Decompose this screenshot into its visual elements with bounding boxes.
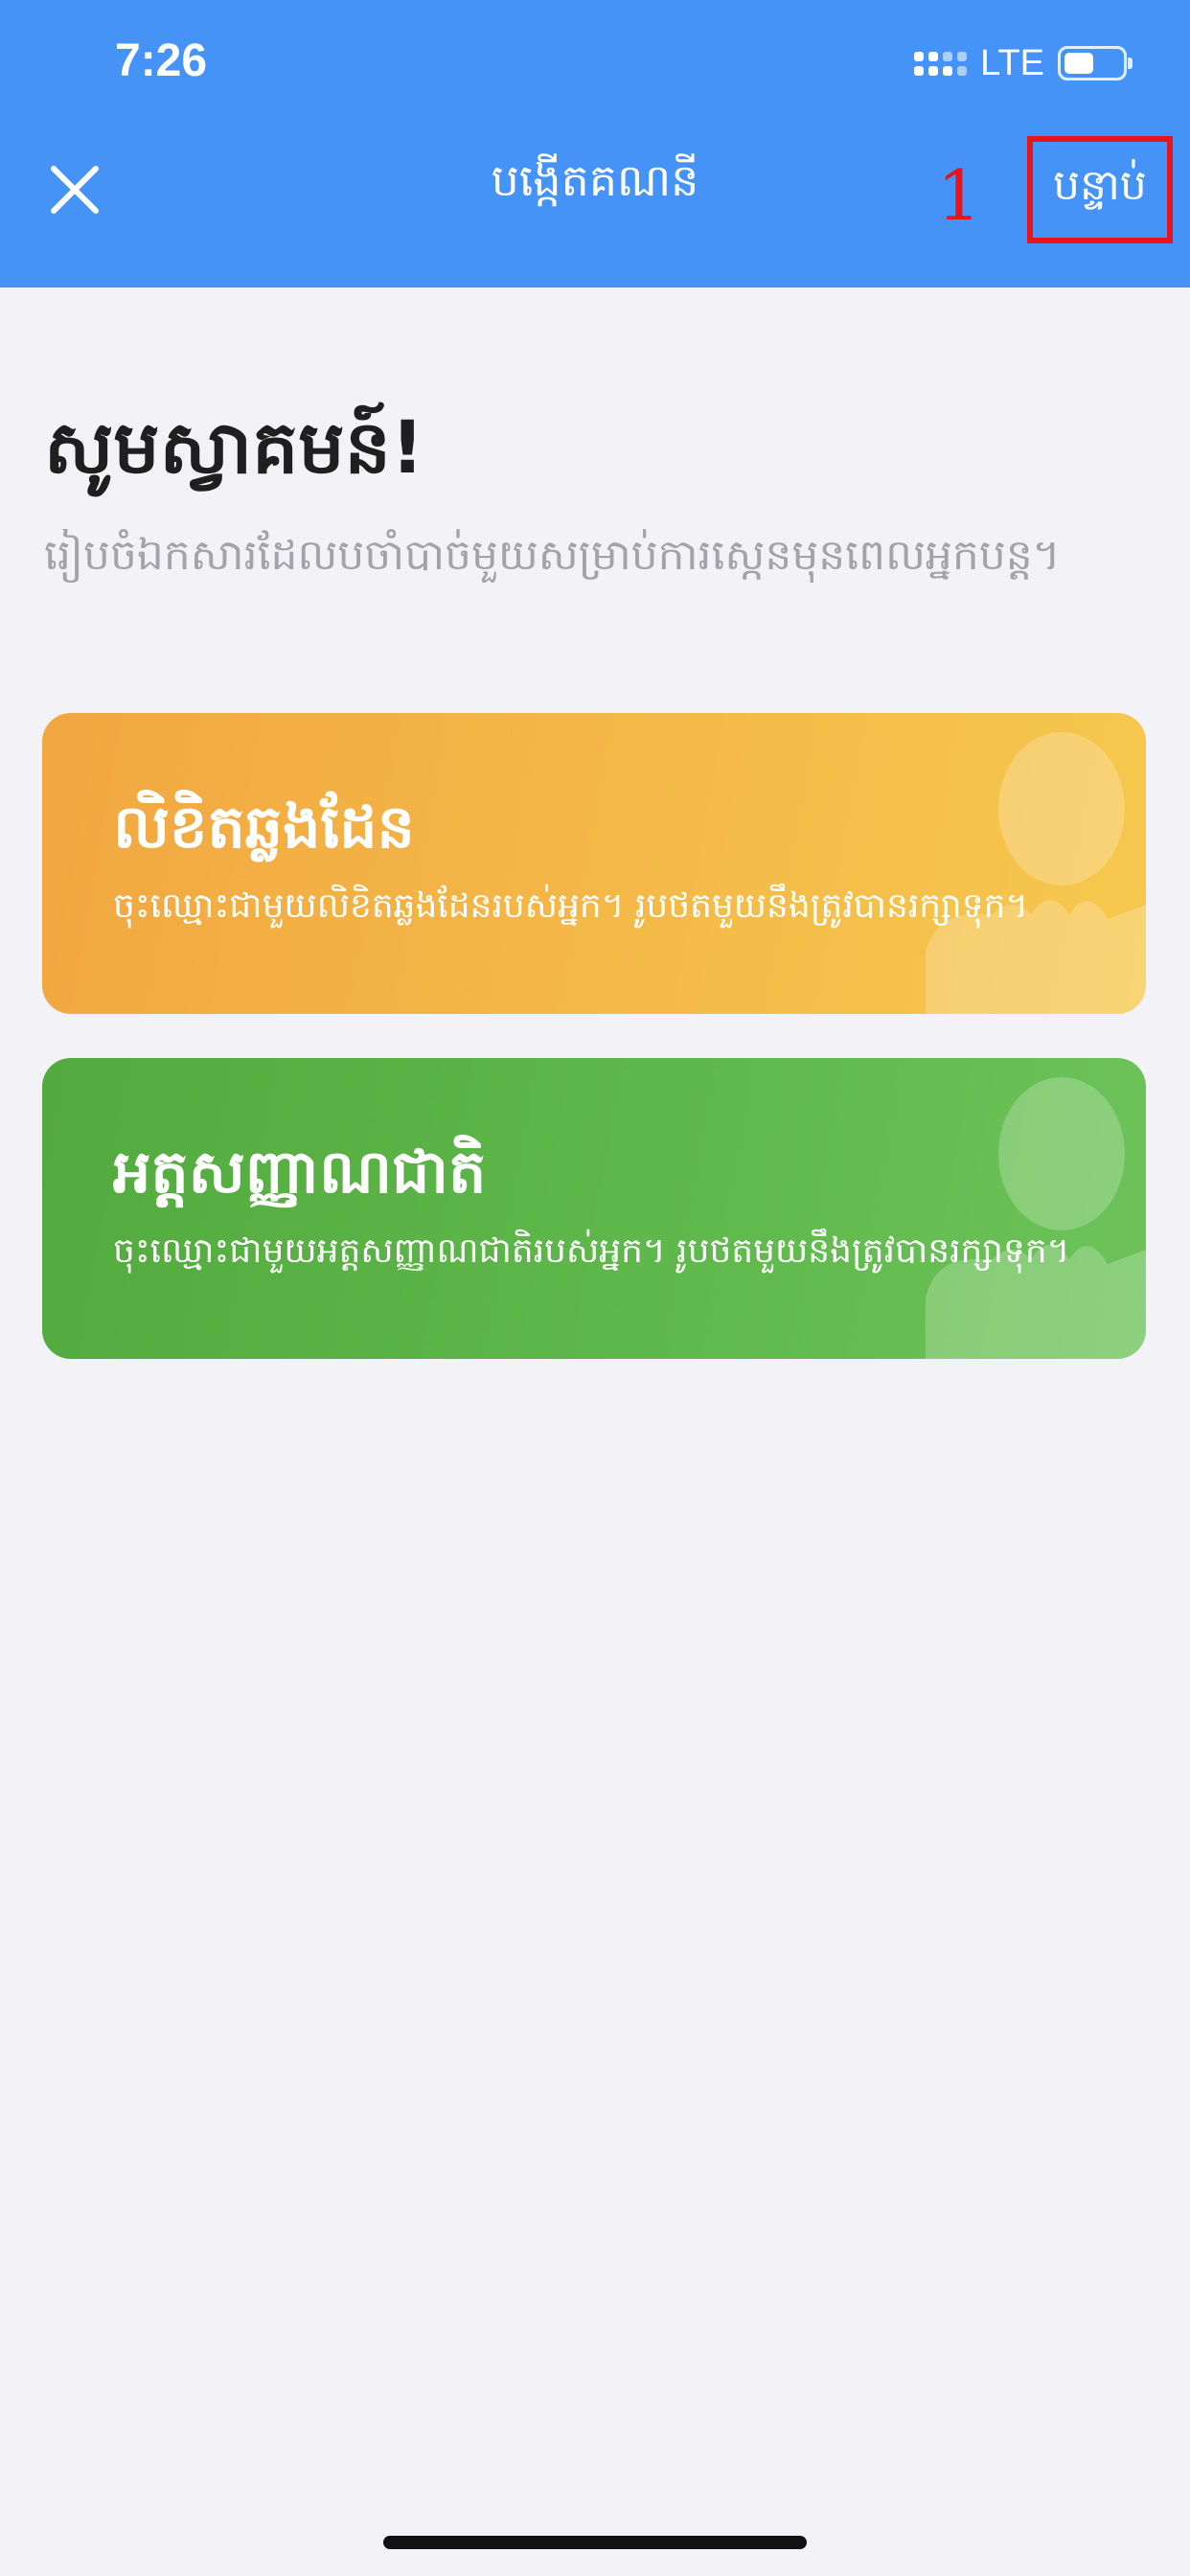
national-id-title: អត្តសញ្ញាណជាតិ: [113, 1137, 487, 1207]
person-silhouette-icon: [926, 1077, 1146, 1359]
home-indicator[interactable]: [383, 2536, 807, 2549]
passport-title: លិខិតឆ្លងដែន: [113, 792, 415, 862]
next-button[interactable]: បន្ទាប់: [1027, 136, 1173, 243]
national-id-option-card[interactable]: អត្តសញ្ញាណជាតិ ចុះឈ្មោះជាមួយអត្តសញ្ញាណជា…: [42, 1058, 1146, 1359]
passport-description: ចុះឈ្មោះជាមួយលិខិតឆ្លងដែនរបស់អ្នក។ រូបថត…: [113, 886, 1029, 926]
app-header: 7:26 LTE បង្កើតគណនី 1 បន្ទាប់: [0, 0, 1190, 288]
page-title: បង្កើតគណនី: [491, 154, 699, 206]
welcome-subtitle: រៀបចំឯកសារដែលបចាំបាច់មួយសម្រាប់ការស្កេនម…: [44, 531, 1061, 580]
status-time: 7:26: [115, 35, 208, 86]
next-button-label: បន្ទាប់: [1053, 161, 1147, 210]
annotation-marker: 1: [937, 155, 981, 236]
national-id-description: ចុះឈ្មោះជាមួយអត្តសញ្ញាណជាតិរបស់អ្នក។ រូប…: [113, 1231, 1070, 1271]
battery-icon: [1058, 46, 1133, 80]
passport-option-card[interactable]: លិខិតឆ្លងដែន ចុះឈ្មោះជាមួយលិខិតឆ្លងដែនរប…: [42, 713, 1146, 1014]
welcome-title: សូមស្វាគមន៍!: [44, 404, 424, 490]
person-silhouette-icon: [926, 732, 1146, 1014]
status-icons: LTE: [914, 42, 1133, 83]
network-type: LTE: [980, 42, 1044, 83]
signal-icon: [914, 51, 968, 76]
